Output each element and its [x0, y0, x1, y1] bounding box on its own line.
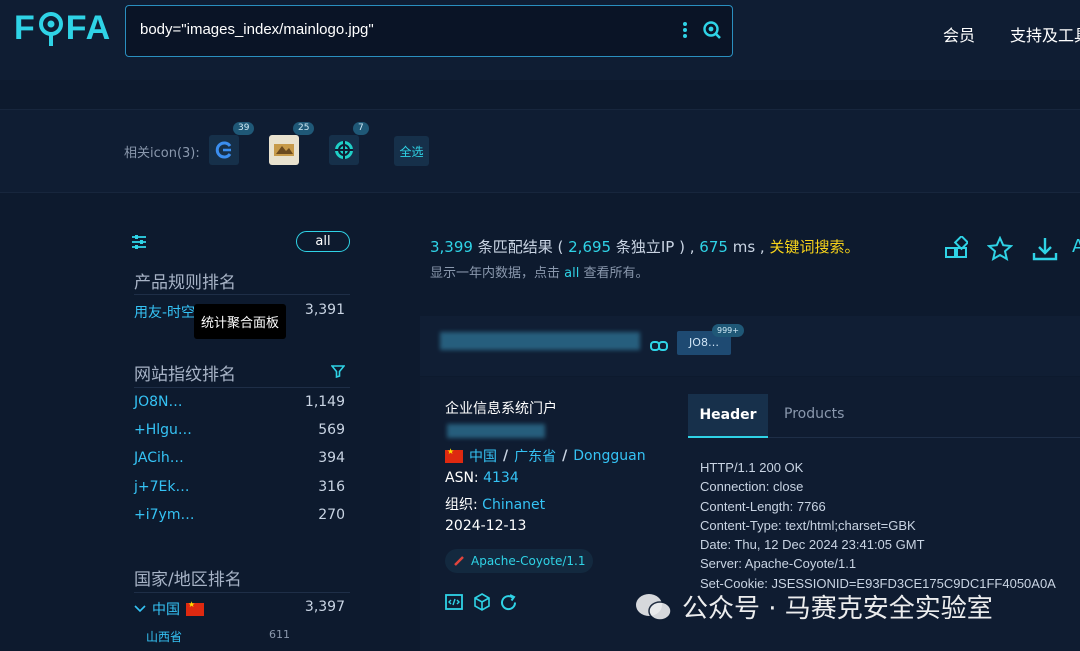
fingerprint-item[interactable]: JACih…	[134, 450, 184, 466]
all-toggle[interactable]: all	[296, 231, 350, 252]
nav-support-tools[interactable]: 支持及工具	[1010, 22, 1080, 46]
org-label: 组织:	[445, 497, 478, 513]
results-note: 显示一年内数据，点击 all 查看所有。	[430, 262, 649, 281]
top-bar: F FA body="images_index/mainlogo.jpg" 会员…	[0, 0, 1080, 80]
tab-products[interactable]: Products	[784, 406, 844, 422]
sliders-icon[interactable]	[131, 234, 147, 254]
china-flag-icon	[186, 600, 204, 616]
related-icon-3[interactable]	[329, 135, 359, 165]
tooltip: 统计聚合面板	[194, 304, 286, 339]
related-icon-1[interactable]	[209, 135, 239, 165]
related-icons-label: 相关icon(3):	[124, 146, 200, 161]
result-card-header	[420, 316, 1080, 376]
code-icon[interactable]	[445, 593, 463, 615]
fingerprint-count: 270	[318, 507, 345, 523]
fingerprint-item[interactable]: j+7Ek…	[134, 479, 189, 495]
fingerprint-tag-count: 999+	[712, 324, 744, 337]
fingerprint-count: 316	[318, 479, 345, 495]
funnel-icon[interactable]	[330, 363, 346, 382]
show-all-link[interactable]: all	[564, 266, 579, 281]
nav-membership[interactable]: 会员	[943, 22, 975, 46]
query-time: 675	[699, 238, 728, 256]
chevron-down-icon[interactable]	[134, 604, 146, 614]
divider	[134, 387, 350, 388]
asn-line: ASN: 4134	[445, 470, 519, 486]
server-tag[interactable]: Apache-Coyote/1.1	[445, 549, 594, 573]
asn-value[interactable]: 4134	[483, 470, 519, 486]
location-city[interactable]: Dongguan	[573, 448, 645, 464]
header-divider	[0, 80, 1080, 110]
org-value[interactable]: Chinanet	[482, 497, 545, 513]
org-line: 组织: Chinanet	[445, 494, 545, 514]
fingerprint-rank-title: 网站指纹排名	[134, 365, 236, 385]
search-icon[interactable]	[702, 20, 722, 44]
server-tag-label: Apache-Coyote/1.1	[471, 554, 586, 568]
china-flag-icon	[445, 447, 463, 463]
more-tools-icon[interactable]: A	[1072, 236, 1080, 257]
watermark-text: 公众号 · 马赛克安全实验室	[682, 594, 993, 624]
product-rank-title: 产品规则排名	[134, 273, 236, 293]
product-rank-item[interactable]: 用友-时空	[134, 302, 195, 322]
watermark: 公众号 · 马赛克安全实验室	[634, 588, 993, 625]
related-icons-bar: 相关icon(3): 39 25 7 全选	[0, 110, 1080, 193]
date: 2024-12-13	[445, 518, 527, 534]
results-note-post: 查看所有。	[583, 266, 649, 281]
query-time-unit: ms ,	[732, 238, 765, 256]
select-all-button[interactable]: 全选	[394, 136, 429, 166]
product-rank-count: 3,391	[304, 302, 345, 318]
keyword-search-link[interactable]: 关键词搜索。	[769, 238, 859, 256]
tab-header[interactable]: Header	[688, 394, 768, 438]
related-icon-2[interactable]	[269, 135, 299, 165]
detail-tabs: Header Products	[688, 394, 1080, 438]
total-results-label: 条匹配结果 (	[477, 238, 564, 256]
fingerprint-count: 394	[318, 450, 345, 466]
grid-view-icon[interactable]	[944, 234, 970, 264]
star-icon[interactable]	[986, 235, 1014, 266]
location-country[interactable]: 中国	[469, 446, 497, 466]
fingerprint-item[interactable]: +i7ym…	[134, 507, 194, 523]
fingerprint-item[interactable]: +Hlgu…	[134, 422, 192, 438]
province-item[interactable]: 山西省	[146, 628, 182, 645]
fofa-logo[interactable]: F FA	[14, 8, 111, 48]
related-icon-3-count: 7	[353, 122, 369, 135]
separator: /	[562, 448, 568, 464]
redacted-ip[interactable]	[447, 424, 545, 438]
country-rank-title: 国家/地区排名	[134, 570, 242, 590]
fingerprint-count: 1,149	[304, 394, 345, 410]
related-icon-1-count: 39	[233, 122, 255, 135]
country-item-china[interactable]: 中国	[134, 599, 204, 619]
link-icon[interactable]	[650, 337, 668, 356]
feather-icon	[454, 556, 464, 566]
province-count: 611	[269, 628, 290, 641]
country-name: 中国	[152, 602, 180, 618]
country-count: 3,397	[304, 599, 345, 615]
asn-label: ASN:	[445, 470, 479, 486]
total-results: 3,399	[430, 238, 473, 256]
separator: /	[503, 448, 509, 464]
search-input[interactable]: body="images_index/mainlogo.jpg"	[140, 21, 374, 38]
cube-icon[interactable]	[473, 593, 491, 615]
download-icon[interactable]	[1031, 236, 1059, 266]
related-icon-2-count: 25	[293, 122, 315, 135]
site-title: 企业信息系统门户	[445, 401, 557, 417]
unique-ips-label: 条独立IP ) ,	[615, 238, 695, 256]
divider	[134, 592, 350, 593]
http-header-text: HTTP/1.1 200 OK Connection: close Conten…	[700, 460, 1056, 591]
location: 中国 / 广东省 / Dongguan	[445, 446, 646, 466]
more-options-icon[interactable]	[678, 20, 692, 42]
location-province[interactable]: 广东省	[514, 446, 556, 466]
wechat-icon	[634, 592, 672, 622]
divider	[134, 294, 350, 295]
fingerprint-count: 569	[318, 422, 345, 438]
fingerprint-item[interactable]: JO8N…	[134, 394, 183, 410]
redacted-host[interactable]	[440, 332, 640, 350]
refresh-icon[interactable]	[499, 593, 518, 616]
results-note-pre: 显示一年内数据，点击	[430, 266, 561, 281]
unique-ips: 2,695	[568, 238, 612, 256]
search-box[interactable]: body="images_index/mainlogo.jpg"	[125, 5, 733, 57]
results-summary: 3,399 条匹配结果 ( 2,695 条独立IP ) , 675 ms , 关…	[430, 236, 859, 257]
